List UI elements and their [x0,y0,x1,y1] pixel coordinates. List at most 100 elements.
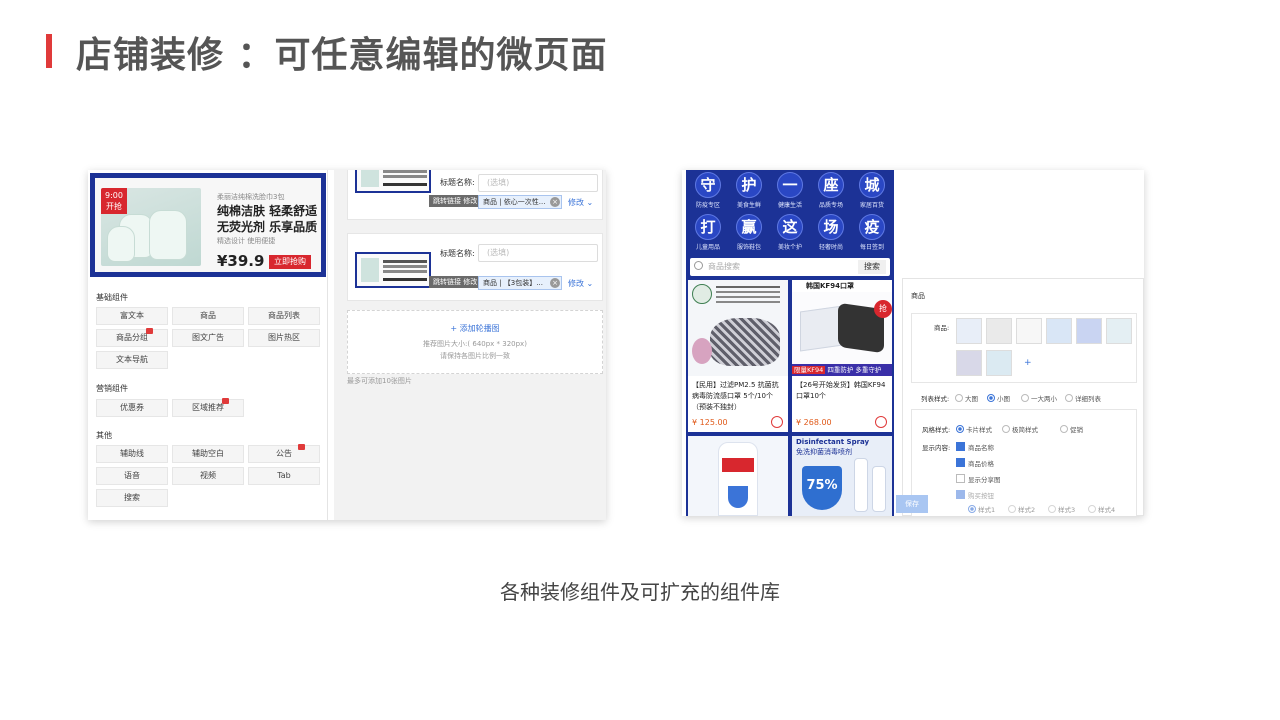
jump-link-label: 跳转链接 修改 [429,276,479,288]
card-style-option[interactable]: 极简样式 [1002,424,1038,434]
buy-button-style-option[interactable]: 样式2 [1008,504,1035,514]
component-image-hotspot[interactable]: 图片热区 [248,329,320,347]
component-goods-group[interactable]: 商品分组 [96,328,168,347]
nav-item[interactable]: 一健康生活 [770,172,810,209]
nav-item[interactable]: 座品质专场 [811,172,851,209]
buy-button-style-option[interactable]: 样式1 [968,504,995,514]
goods-thumb[interactable] [1016,318,1042,344]
edit-link-button[interactable]: 修改 ⌄ [568,278,593,289]
nav-item[interactable]: 打儿童用品 [688,214,728,251]
component-video[interactable]: 视频 [172,467,244,485]
page-title: 店铺装修 ：可任意编辑的微页面 [76,35,608,76]
nav-item[interactable]: 场轻奢时尚 [811,214,851,251]
goods-thumb[interactable] [986,350,1012,376]
component-image-ad[interactable]: 图文广告 [172,329,244,347]
search-input[interactable]: 商品搜索 [708,261,740,272]
edit-link-button[interactable]: 修改 ⌄ [568,197,593,208]
nav-item[interactable]: 守防疫专区 [688,172,728,209]
editor-screenshot-left: 9:00 开抢 柔丽洁纯棉洗脸巾3包 纯棉洁肤 轻柔舒适 无荧光剂 乐享品质 精… [88,170,606,520]
list-style-option[interactable]: 大图 [955,393,978,403]
add-carousel-area[interactable]: + 添加轮播图 推荐图片大小:( 640px * 320px) 请保持各图片比例… [347,310,603,374]
list-style-option[interactable]: 详细列表 [1065,393,1101,403]
nav-item[interactable]: 城家居百货 [852,172,892,209]
nav-item[interactable]: 护美食生鲜 [729,172,769,209]
nav-item[interactable]: 赢服饰鞋包 [729,214,769,251]
save-button[interactable]: 保存 [896,495,928,513]
buy-button-style-option[interactable]: 样式3 [1048,504,1075,514]
component-text-nav[interactable]: 文本导航 [96,351,168,369]
cart-icon[interactable] [875,416,887,428]
panel-header: 商品 [911,292,925,300]
max-images-hint: 最多可添加10张图片 [347,377,412,385]
goods-thumb[interactable] [1046,318,1072,344]
add-goods-button[interactable]: + [1024,358,1032,368]
product-card[interactable]: 【民用】过滤PM2.5 抗菌抗病毒防流感口罩 5个/10个（预装不独封） ¥ 1… [688,280,788,432]
show-goods-name-checkbox[interactable]: 商品名称 [956,442,994,452]
carousel-item-card: 跳转链接 修改 标题名称: (选填) 商品 | 【3包装】... × 修改 ⌄ [347,233,603,301]
new-badge [222,398,229,404]
title-name-label: 标题名称: [440,178,475,187]
goods-thumb[interactable] [1106,318,1132,344]
title-name-label: 标题名称: [440,249,475,258]
nav-grid: 守防疫专区 护美食生鲜 一健康生活 座品质专场 城家居百货 打儿童用品 赢服饰鞋… [686,170,894,254]
component-search[interactable]: 搜索 [96,489,168,507]
add-carousel-button[interactable]: + 添加轮播图 [348,323,602,334]
show-goods-price-checkbox[interactable]: 商品价格 [956,458,994,468]
product-card[interactable]: Disinfectant Spray 免洗抑菌消毒喷剂 75% [792,436,892,516]
component-region-recommend[interactable]: 区域推荐 [172,398,244,417]
banner-note: 精选设计 使用便捷 [217,237,276,245]
carousel-thumb[interactable] [355,252,431,288]
nav-item[interactable]: 疫每日签到 [852,214,892,251]
search-button[interactable]: 搜索 [858,260,886,274]
product-name: 【26号开始发货】韩国KF94口罩10个 [796,381,886,400]
clear-link-icon[interactable]: × [550,197,560,207]
component-coupon[interactable]: 优惠券 [96,399,168,417]
card-style-option[interactable]: 卡片样式 [956,424,992,434]
show-buy-button-checkbox[interactable]: 购买按钮 [956,490,994,500]
search-bar: 商品搜索 搜索 [690,258,890,276]
product-image [688,280,788,376]
list-style-option[interactable]: 一大两小 [1021,393,1057,403]
slide-caption: 各种装修组件及可扩充的组件库 [500,580,780,604]
component-rich-text[interactable]: 富文本 [96,307,168,325]
title-name-input[interactable]: (选填) [478,244,598,262]
buy-button-style-option[interactable]: 样式4 [1088,504,1115,514]
component-spacer[interactable]: 辅助空白 [172,445,244,463]
component-goods[interactable]: 商品 [172,307,244,325]
goods-thumb[interactable] [986,318,1012,344]
carousel-settings-pane: 跳转链接 修改 标题名称: (选填) 商品 | 依心一次性... × 修改 ⌄ … [334,170,606,520]
image-ratio-hint: 请保持各图片比例一致 [440,352,510,360]
mobile-preview: 守防疫专区 护美食生鲜 一健康生活 座品质专场 城家居百货 打儿童用品 赢服饰鞋… [686,170,894,516]
clear-link-icon[interactable]: × [550,278,560,288]
goods-thumb[interactable] [1076,318,1102,344]
chevron-down-icon: ⌄ [586,198,594,207]
carousel-thumb[interactable] [355,170,431,193]
component-divider[interactable]: 辅助线 [96,445,168,463]
jump-link-label: 跳转链接 修改 [429,195,479,207]
component-voice[interactable]: 语音 [96,467,168,485]
carousel-item-card: 跳转链接 修改 标题名称: (选填) 商品 | 依心一次性... × 修改 ⌄ [347,170,603,220]
component-notice[interactable]: 公告 [248,444,320,463]
cart-icon[interactable] [771,416,783,428]
product-card[interactable] [688,436,788,516]
buy-now-button[interactable]: 立即抢购 [269,255,311,269]
goods-thumb[interactable] [956,318,982,344]
group-label-other: 其他 [96,431,112,440]
nav-item[interactable]: 这美妆个护 [770,214,810,251]
plus-icon: + [450,324,458,333]
product-image: 韩国KF94口罩 抢 限量KF94 四重防护 多重守护 [792,280,892,376]
component-goods-list[interactable]: 商品列表 [248,307,320,325]
style-settings-box: 风格样式: 卡片样式 极简样式 促销 显示内容: 商品名称 商品价格 显示分享图… [911,409,1137,516]
show-share-image-checkbox[interactable]: 显示分享图 [956,474,1001,484]
card-style-option[interactable]: 促销 [1060,424,1083,434]
new-badge [146,328,153,334]
product-price: ¥ 125.00 [692,418,728,427]
product-card[interactable]: 韩国KF94口罩 抢 限量KF94 四重防护 多重守护 【26号开始发货】韩国K… [792,280,892,432]
card-style-label: 风格样式: [922,426,951,434]
banner-line-1: 纯棉洁肤 轻柔舒适 [217,204,318,218]
goods-thumb[interactable] [956,350,982,376]
banner-preview[interactable]: 9:00 开抢 柔丽洁纯棉洗脸巾3包 纯棉洁肤 轻柔舒适 无荧光剂 乐享品质 精… [90,173,326,277]
title-name-input[interactable]: (选填) [478,174,598,192]
list-style-option[interactable]: 小图 [987,393,1010,403]
component-tab[interactable]: Tab [248,467,320,485]
